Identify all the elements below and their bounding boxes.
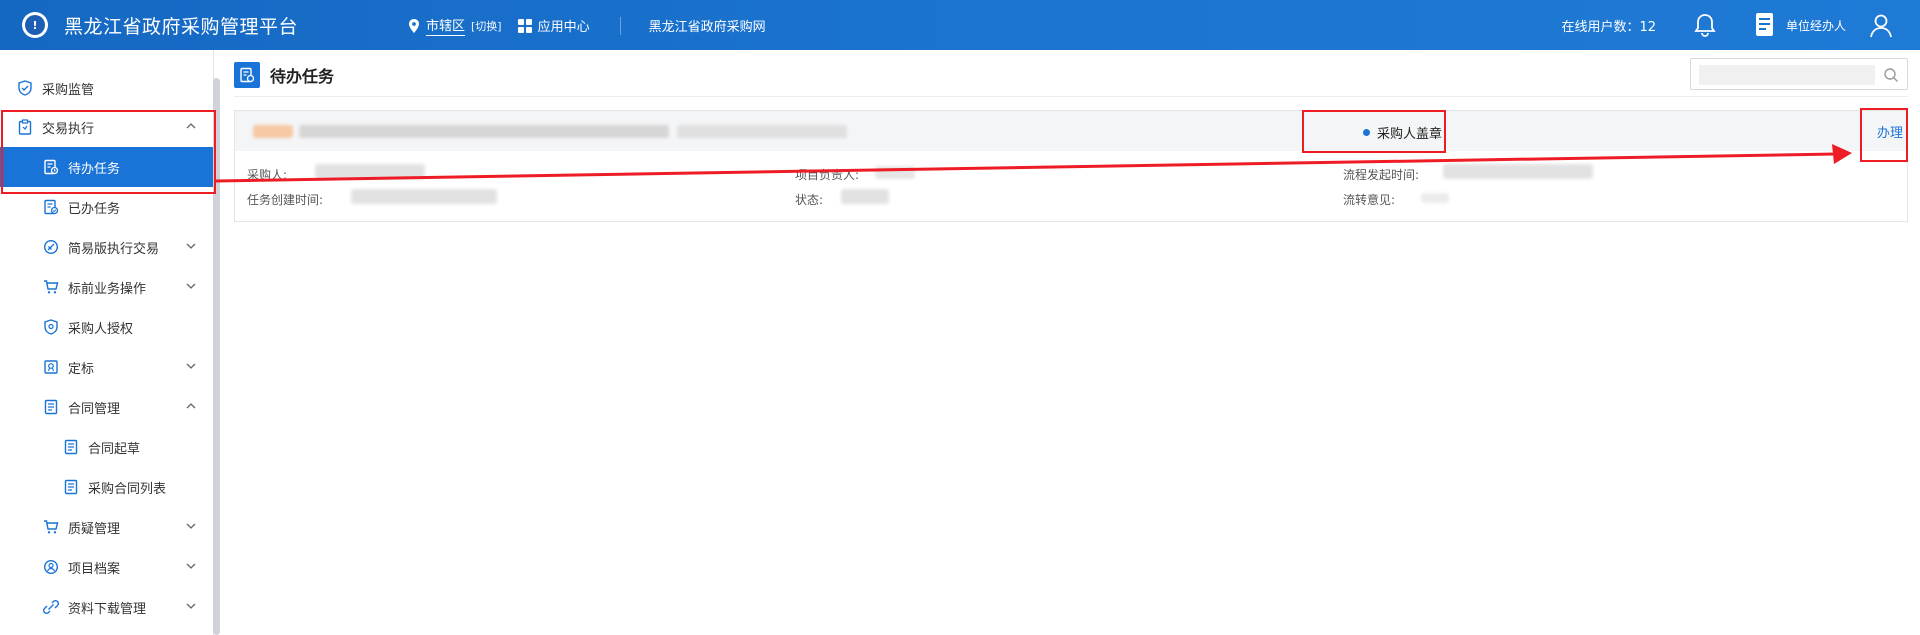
purchaser-label: 采购人: <box>247 168 288 182</box>
sidebar-item-procurement-supervision[interactable]: 采购监管 <box>0 68 214 108</box>
sidebar-item-label: 定标 <box>68 361 95 377</box>
region-selector[interactable]: 市辖区 [切换] <box>408 15 502 36</box>
user-circle-icon <box>42 558 60 576</box>
shield-key-icon <box>42 318 60 336</box>
header-divider <box>234 96 1908 97</box>
search-box[interactable] <box>1690 58 1908 90</box>
sidebar-item-label: 资料下载管理 <box>68 601 147 617</box>
sidebar-item-simple-execution[interactable]: 简易版执行交易 <box>0 227 214 267</box>
cart-icon <box>42 278 60 296</box>
link-icon <box>42 598 60 616</box>
award-doc-icon <box>42 358 60 376</box>
task-card-header: 采购人盖章 办理 <box>235 111 1907 151</box>
location-pin-icon <box>409 18 419 33</box>
cart-icon <box>42 518 60 536</box>
chevron-down-icon <box>186 243 196 249</box>
sidebar-item-label: 质疑管理 <box>68 521 121 537</box>
redacted-value <box>315 164 425 179</box>
done-doc-icon <box>42 198 60 216</box>
top-header: ! 黑龙江省政府采购管理平台 市辖区 [切换] 应用中心 黑龙江省政府采购网 在… <box>0 0 1920 50</box>
search-input[interactable] <box>1699 65 1875 85</box>
redacted-value <box>875 166 915 179</box>
chevron-down-icon <box>186 283 196 289</box>
sidebar-item-contract-management[interactable]: 合同管理 <box>0 387 214 427</box>
user-role[interactable]: 单位经办人 <box>1786 17 1846 34</box>
shield-check-icon <box>16 79 34 97</box>
sidebar-item-query-management[interactable]: 质疑管理 <box>0 507 214 547</box>
task-created-time-label: 任务创建时间: <box>247 193 324 207</box>
page-title: 待办任务 <box>270 67 335 86</box>
redacted-text <box>253 125 293 138</box>
page-title-icon <box>234 62 260 88</box>
sidebar-item-label: 标前业务操作 <box>68 281 147 297</box>
region-label[interactable]: 市辖区 <box>426 15 466 36</box>
state-label: 状态: <box>795 193 824 207</box>
bell-icon[interactable] <box>1692 12 1718 38</box>
grid-apps-icon <box>517 18 532 33</box>
sidebar-item-label: 合同起草 <box>88 441 141 457</box>
annotation-box-handle <box>1860 108 1908 162</box>
app-center-label: 应用中心 <box>537 20 590 35</box>
task-card: 采购人盖章 办理 采购人: 项目负责人: 流程发起时间: 任务创建时间: 状态:… <box>234 110 1908 222</box>
annotation-box-sidebar <box>1 110 216 194</box>
redacted-value <box>1443 164 1593 179</box>
redacted-text <box>677 125 847 138</box>
main-content: 待办任务 采购人盖章 办理 采购人: 项目负责人: 流程发起时间: 任务创建时间… <box>222 50 1920 635</box>
sidebar-item-label: 采购监管 <box>42 82 95 98</box>
switch-region-link[interactable]: [切换] <box>471 18 502 34</box>
portal-label: 黑龙江省政府采购网 <box>648 20 766 35</box>
redacted-text <box>299 125 669 138</box>
page-header: 待办任务 <box>234 62 334 88</box>
sidebar-item-contract-list[interactable]: 采购合同列表 <box>0 467 214 507</box>
sidebar-item-bid-award[interactable]: 定标 <box>0 347 214 387</box>
redacted-value <box>351 189 497 204</box>
chevron-down-icon <box>186 603 196 609</box>
sidebar-item-label: 已办任务 <box>68 201 121 217</box>
sidebar-item-project-archive[interactable]: 项目档案 <box>0 547 214 587</box>
list-doc-icon <box>62 478 80 496</box>
app-title: 黑龙江省政府采购管理平台 <box>64 16 299 38</box>
annotation-box-status <box>1302 110 1446 153</box>
circle-slash-icon <box>42 238 60 256</box>
nav-divider <box>619 16 621 35</box>
redacted-value <box>841 189 889 204</box>
online-users-count: 在线用户数：12 <box>1561 19 1656 35</box>
user-doc-icon <box>1755 13 1773 36</box>
flow-start-time-label: 流程发起时间: <box>1343 168 1420 182</box>
sidebar-item-purchaser-authorization[interactable]: 采购人授权 <box>0 307 214 347</box>
top-nav: 市辖区 [切换] 应用中心 黑龙江省政府采购网 <box>408 15 782 36</box>
redacted-value <box>1421 193 1449 203</box>
search-icon[interactable] <box>1883 67 1899 83</box>
sidebar-item-pre-bid-operations[interactable]: 标前业务操作 <box>0 267 214 307</box>
portal-link[interactable]: 黑龙江省政府采购网 <box>649 16 766 35</box>
sidebar-item-download-management[interactable]: 资料下载管理 <box>0 587 214 627</box>
project-leader-label: 项目负责人: <box>795 168 860 182</box>
list-doc-icon <box>42 398 60 416</box>
flow-opinion-label: 流转意见: <box>1343 193 1396 207</box>
sidebar-item-contract-draft[interactable]: 合同起草 <box>0 427 214 467</box>
sidebar-item-label: 采购人授权 <box>68 321 134 337</box>
app-center-link[interactable]: 应用中心 <box>517 16 590 35</box>
platform-logo: ! <box>22 12 48 38</box>
sidebar-item-label: 采购合同列表 <box>88 481 167 497</box>
chevron-down-icon <box>186 563 196 569</box>
sidebar-item-label: 项目档案 <box>68 561 121 577</box>
logo-mark: ! <box>25 15 45 35</box>
header-right: 在线用户数：12 单位经办人 <box>1561 0 1920 50</box>
chevron-up-icon <box>186 403 196 409</box>
sidebar-item-label: 合同管理 <box>68 401 121 417</box>
list-doc-icon <box>62 438 80 456</box>
sidebar-item-label: 简易版执行交易 <box>68 241 160 257</box>
chevron-down-icon <box>186 363 196 369</box>
chevron-down-icon <box>186 523 196 529</box>
user-icon[interactable] <box>1868 12 1894 38</box>
